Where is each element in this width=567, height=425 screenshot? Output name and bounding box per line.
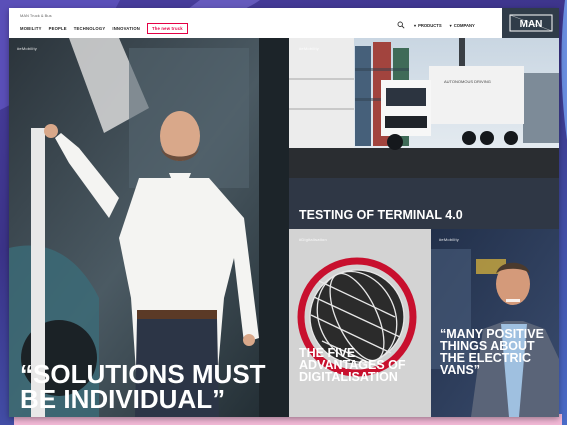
nav-item-mobility[interactable]: MOBILITY bbox=[20, 26, 42, 31]
tile-tag: #eMobility bbox=[299, 46, 320, 51]
nav-item-innovation[interactable]: INNOVATION bbox=[112, 26, 140, 31]
chevron-down-icon: ▾ bbox=[414, 23, 417, 28]
site-header: MAN Truck & Bus MOBILITY PEOPLE TECHNOLO… bbox=[9, 8, 559, 38]
tile-headline[interactable]: “SOLUTIONS MUST BE INDIVIDUAL” bbox=[20, 361, 280, 412]
tile-tag: #eMobility bbox=[439, 237, 460, 242]
company-menu[interactable]: ▾ COMPANY bbox=[450, 23, 475, 28]
logo-text: MAN bbox=[519, 19, 542, 30]
brand-line: MAN Truck & Bus bbox=[20, 13, 52, 18]
man-photo bbox=[431, 229, 559, 417]
search-icon[interactable] bbox=[397, 21, 405, 29]
tile-headline[interactable]: THE FIVE ADVANTAGES OF DIGITALISATION bbox=[299, 347, 424, 384]
products-label: PRODUCTS bbox=[418, 23, 442, 28]
tile-headline[interactable]: “MANY POSITIVE THINGS ABOUT THE ELECTRIC… bbox=[440, 328, 550, 377]
tile-electric-vans[interactable]: #eMobility “MANY POSITIVE THINGS ABOUT T… bbox=[431, 229, 559, 417]
chevron-down-icon: ▾ bbox=[449, 23, 452, 28]
nav-item-technology[interactable]: TECHNOLOGY bbox=[74, 26, 106, 31]
website-screenshot: MAN Truck & Bus MOBILITY PEOPLE TECHNOLO… bbox=[9, 8, 559, 417]
new-truck-button[interactable]: The new truck bbox=[147, 23, 188, 34]
tile-terminal[interactable]: AUTONOMOUS DRIVING #eMobility TESTING OF… bbox=[289, 38, 559, 229]
man-logo[interactable]: MAN bbox=[502, 8, 559, 38]
tile-tag: #Digitalisation bbox=[299, 237, 327, 242]
tile-tag: #eMobility bbox=[17, 46, 38, 51]
tile-headline[interactable]: TESTING OF TERMINAL 4.0 bbox=[299, 209, 549, 222]
main-nav: MOBILITY PEOPLE TECHNOLOGY INNOVATION Th… bbox=[20, 23, 188, 34]
man-logo-icon: MAN bbox=[509, 14, 552, 32]
trailer-print: AUTONOMOUS DRIVING bbox=[444, 79, 491, 84]
globe-icon bbox=[289, 229, 431, 417]
truck-photo: AUTONOMOUS DRIVING bbox=[289, 38, 559, 229]
tile-solutions[interactable]: #eMobility “SOLUTIONS MUST BE INDIVIDUAL… bbox=[9, 38, 289, 417]
products-menu[interactable]: ▾ PRODUCTS bbox=[414, 23, 442, 28]
company-label: COMPANY bbox=[453, 23, 475, 28]
right-nav: ▾ PRODUCTS ▾ COMPANY bbox=[414, 23, 475, 28]
nav-item-people[interactable]: PEOPLE bbox=[49, 26, 67, 31]
tile-digitalisation[interactable]: #Digitalisation THE FIVE ADVANTAGES OF D… bbox=[289, 229, 431, 417]
